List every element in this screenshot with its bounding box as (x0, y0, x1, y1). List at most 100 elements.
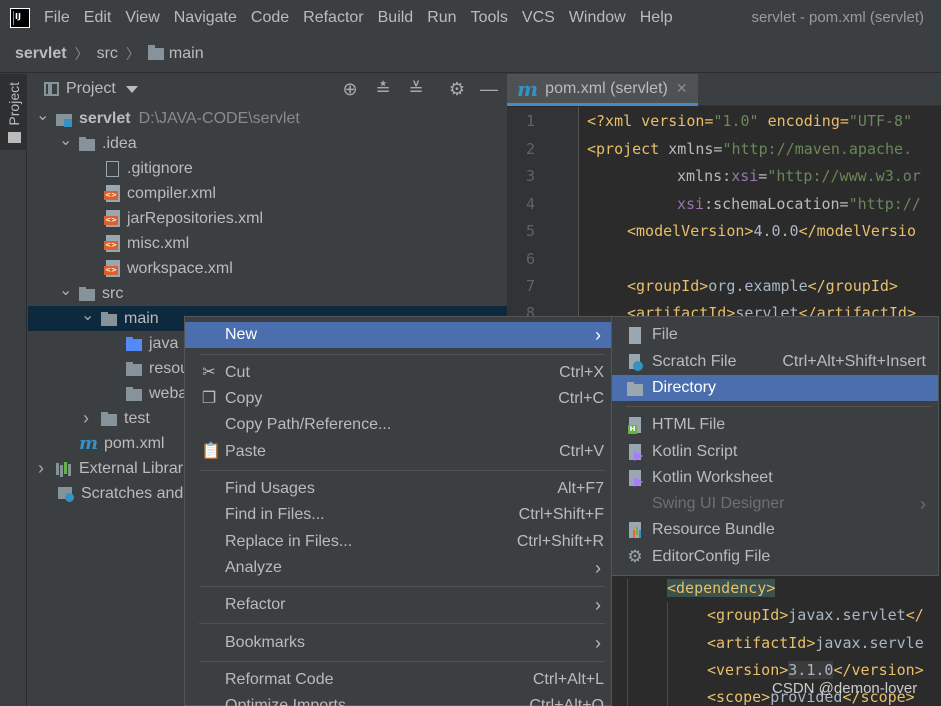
tree-item-src[interactable]: src (28, 281, 507, 306)
code-line[interactable]: <project xmlns="http://maven.apache. (587, 140, 912, 158)
gear-icon[interactable]: ⚙ (448, 80, 466, 98)
code-line[interactable]: <dependency> (667, 579, 776, 597)
code-line[interactable]: <groupId>javax.servlet</ (707, 606, 924, 624)
line-number: 5 (525, 222, 535, 240)
chevron-down-icon[interactable] (81, 309, 91, 329)
menu-view[interactable]: View (125, 9, 159, 27)
menu-item-cut[interactable]: ✂ Cut Ctrl+X (185, 360, 611, 386)
menu-help[interactable]: Help (640, 9, 673, 27)
breadcrumb-src[interactable]: src (97, 45, 118, 63)
menu-item-find-usages[interactable]: Find Usages Alt+F7 (185, 476, 611, 502)
menu-edit[interactable]: Edit (84, 9, 112, 27)
code-line[interactable]: xsi:schemaLocation="http:// (677, 195, 921, 213)
chevron-down-icon[interactable] (36, 109, 46, 129)
menu-vcs[interactable]: VCS (522, 9, 555, 27)
tree-item-compiler-xml[interactable]: compiler.xml (28, 181, 507, 206)
editor-tab-bar: m pom.xml (servlet) ✕ (507, 74, 941, 106)
submenu-item-scratch-file[interactable]: Scratch File Ctrl+Alt+Shift+Insert (612, 349, 938, 375)
gear-icon: ⚙ (627, 546, 643, 566)
code-line[interactable]: xmlns:xsi="http://www.w3.or (677, 167, 921, 185)
code-line[interactable]: <groupId>org.example</groupId> (627, 277, 898, 295)
menu-separator (199, 354, 605, 355)
code-token: "1.0" (713, 112, 759, 130)
menu-tools[interactable]: Tools (471, 9, 508, 27)
tree-item-servlet[interactable]: servlet D:\JAVA-CODE\servlet (28, 106, 507, 131)
code-line[interactable]: <?xml version="1.0" encoding="UTF-8" (587, 112, 912, 130)
editor-tab-pom[interactable]: m pom.xml (servlet) ✕ (507, 74, 698, 106)
breadcrumb-project[interactable]: servlet (15, 45, 67, 63)
submenu-item-kotlin-script[interactable]: Kotlin Script (612, 439, 938, 465)
expand-all-icon[interactable]: ≛ (374, 80, 392, 98)
menu-file[interactable]: File (44, 9, 70, 27)
folder-icon (627, 380, 643, 397)
menu-run[interactable]: Run (427, 9, 456, 27)
menu-window[interactable]: Window (569, 9, 626, 27)
folder-icon (101, 311, 117, 327)
chevron-right-icon: › (595, 595, 601, 615)
menu-item-reformat-code[interactable]: Reformat Code Ctrl+Alt+L (185, 667, 611, 693)
minimize-icon[interactable]: — (480, 80, 498, 98)
submenu-item-shortcut: Ctrl+Alt+Shift+Insert (782, 353, 926, 370)
submenu-item-resource-bundle[interactable]: Resource Bundle (612, 517, 938, 543)
code-token: xsi (677, 195, 705, 213)
menu-item-shortcut: Ctrl+Shift+R (516, 533, 604, 550)
tree-item-misc-xml[interactable]: misc.xml (28, 231, 507, 256)
chevron-right-icon: › (920, 493, 926, 514)
menu-navigate[interactable]: Navigate (174, 9, 237, 27)
menu-item-bookmarks[interactable]: Bookmarks › (185, 630, 611, 656)
folder-icon (147, 45, 164, 60)
indent-guide (627, 579, 628, 706)
tree-item-label: misc.xml (127, 234, 190, 252)
code-token: </modelVersio (798, 222, 916, 240)
menu-build[interactable]: Build (378, 9, 414, 27)
menu-item-analyze[interactable]: Analyze › (185, 555, 611, 581)
menu-item-label: Cut (225, 364, 250, 381)
chevron-right-icon[interactable] (36, 458, 46, 479)
chevron-right-icon: › (595, 558, 601, 578)
project-panel-title[interactable]: Project (66, 80, 116, 98)
submenu-item-html-file[interactable]: HTML File (612, 412, 938, 438)
collapse-all-icon[interactable]: ≚ (407, 80, 425, 98)
tree-item-workspace-xml[interactable]: workspace.xml (28, 256, 507, 281)
menu-item-paste[interactable]: 📋 Paste Ctrl+V (185, 439, 611, 465)
maven-icon: m (79, 432, 99, 454)
code-line[interactable]: <artifactId>javax.servle (707, 634, 924, 652)
locate-icon[interactable]: ⊕ (341, 80, 359, 98)
submenu-item-file[interactable]: File (612, 322, 938, 348)
menu-code[interactable]: Code (251, 9, 289, 27)
chevron-down-icon[interactable] (59, 284, 69, 304)
editor-tab-label: pom.xml (servlet) (545, 79, 668, 97)
chevron-right-icon[interactable] (81, 408, 91, 429)
menu-item-copy[interactable]: ❐ Copy Ctrl+C (185, 386, 611, 412)
xml-file-icon (104, 210, 120, 227)
menu-item-label: Find in Files... (225, 506, 325, 523)
code-token: <artifactId> (707, 634, 816, 652)
tree-item-jar-repositories-xml[interactable]: jarRepositories.xml (28, 206, 507, 231)
code-line[interactable]: <version>3.1.0</version> (707, 661, 924, 679)
code-token: </version> (833, 661, 924, 679)
submenu-item-editorconfig-file[interactable]: ⚙ EditorConfig File (612, 544, 938, 570)
project-view-icon (44, 82, 59, 96)
chevron-down-icon[interactable] (59, 134, 69, 154)
code-line[interactable]: <modelVersion>4.0.0</modelVersio (627, 222, 916, 240)
ignore-file-icon (106, 160, 119, 177)
chevron-down-icon[interactable] (125, 85, 138, 93)
submenu-item-directory[interactable]: Directory (612, 375, 938, 401)
tree-item-gitignore[interactable]: .gitignore (28, 156, 507, 181)
close-icon[interactable]: ✕ (676, 80, 688, 97)
tree-item-idea[interactable]: .idea (28, 131, 507, 156)
breadcrumb-main[interactable]: main (169, 45, 204, 63)
menu-separator (199, 623, 605, 624)
menu-item-optimize-imports[interactable]: Optimize Imports Ctrl+Alt+O (185, 693, 611, 706)
menu-item-replace-in-files[interactable]: Replace in Files... Ctrl+Shift+R (185, 529, 611, 555)
project-tool-window-button[interactable]: Project (0, 74, 27, 150)
submenu-item-kotlin-worksheet[interactable]: Kotlin Worksheet (612, 465, 938, 491)
menu-item-shortcut: Ctrl+Shift+F (518, 506, 604, 523)
menu-item-label: Copy (225, 390, 263, 407)
scratch-file-icon (627, 353, 643, 371)
menu-refactor[interactable]: Refactor (303, 9, 363, 27)
menu-item-new[interactable]: New › (185, 322, 611, 348)
menu-item-copy-path[interactable]: Copy Path/Reference... (185, 412, 611, 438)
menu-item-find-in-files[interactable]: Find in Files... Ctrl+Shift+F (185, 502, 611, 528)
menu-item-refactor[interactable]: Refactor › (185, 592, 611, 618)
